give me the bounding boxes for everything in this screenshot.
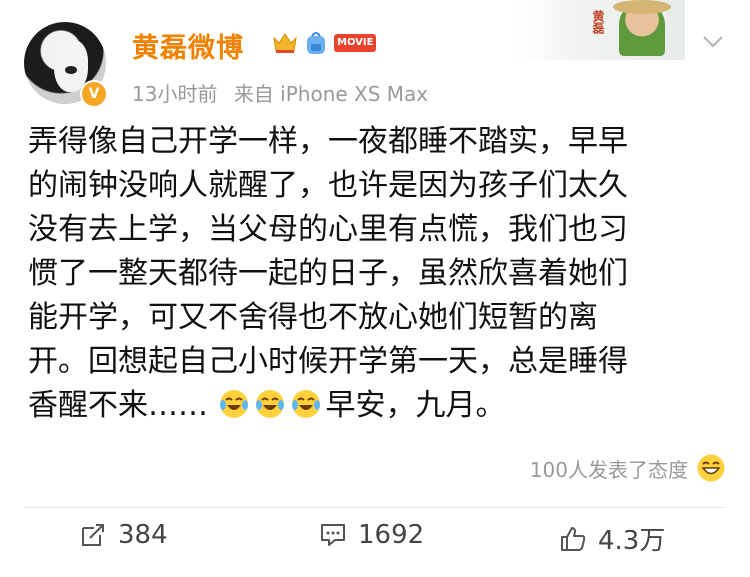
chevron-down-icon[interactable] [700,28,726,54]
reactions-summary[interactable]: 100人发表了态度 [530,453,726,483]
post-text-line: 香醒不来…… [28,388,208,423]
user-badges: MOVIE [272,30,377,56]
crown-icon[interactable] [272,31,298,55]
comment-button[interactable]: 1692 [318,520,424,550]
post-text-line: 早安，九月。 [325,388,506,423]
movie-badge[interactable]: MOVIE [334,34,377,52]
comment-count: 1692 [358,520,425,550]
post-text-line: 没有去上学，当父母的心里有点慌，我们也习 [28,212,628,247]
repost-icon [82,524,104,546]
laugh-cry-emoji-icon [255,390,284,418]
backpack-icon[interactable] [304,30,328,56]
post-text-line: 的闹钟没响人就醒了，也许是因为孩子们太久 [28,168,628,203]
repost-button[interactable]: 384 [78,520,168,550]
like-button[interactable]: 4.3万 [558,520,665,557]
post-text: 弄得像自己开学一样，一夜都睡不踏实，早早 的闹钟没响人就醒了，也许是因为孩子们太… [28,120,728,428]
post-text-line: 开。回想起自己小时候开学第一天，总是睡得 [28,344,628,379]
post-text-line: 弄得像自己开学一样，一夜都睡不踏实，早早 [28,124,628,159]
banner-name: 黄磊 [591,10,605,34]
repost-count: 384 [118,520,168,550]
username[interactable]: 黄磊微博 [132,26,244,65]
banner-hat [613,0,671,14]
post-source[interactable]: 来自 iPhone XS Max [234,82,428,106]
post-text-line: 能开学，可又不舍得也不放心她们短暂的离 [28,300,598,335]
avatar-dog-nose [65,66,77,74]
post-time: 13小时前 [132,82,218,106]
post-text-last-line: 香醒不来…… 早安，九月。 [28,384,728,428]
action-bar: 384 1692 4.3万 [0,520,750,566]
reactions-count[interactable]: 100人发表了态度 [530,454,688,483]
thumbs-up-icon [561,526,586,551]
divider [24,507,726,508]
post-text-line: 惯了一整天都待一起的日子，虽然欣喜着她们 [28,256,628,291]
laugh-cry-emoji-icon [219,390,248,418]
laugh-cry-emoji-icon [291,390,320,418]
profile-banner-image: 黄磊 [515,0,685,60]
comment-icon [321,524,345,546]
post-meta: 13小时前 来自 iPhone XS Max [132,78,438,107]
verified-badge-icon: V [80,80,108,108]
weibo-post-card: V 黄磊微博 MOVIE 13小时前 来自 iPhone XS Max 黄磊 弄… [0,0,750,577]
like-count: 4.3万 [598,526,666,556]
grin-emoji-icon [697,454,725,482]
